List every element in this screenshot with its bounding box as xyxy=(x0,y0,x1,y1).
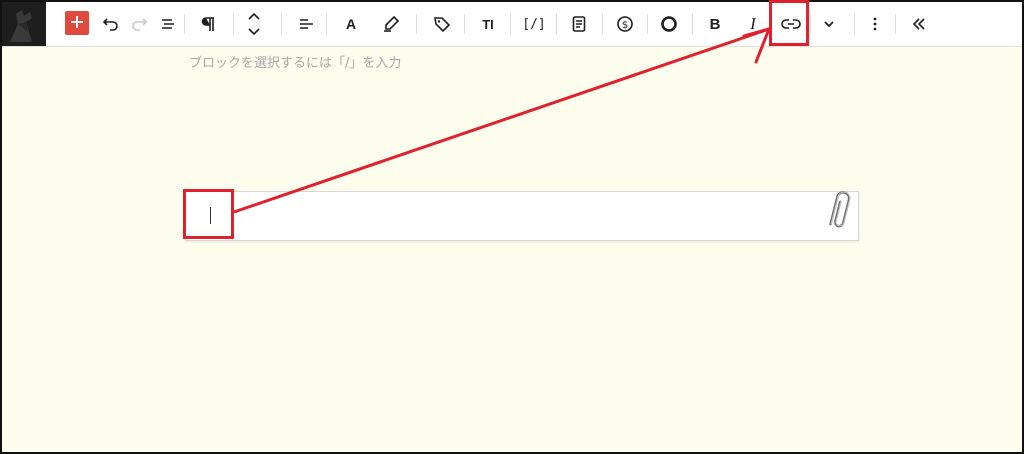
align-icon xyxy=(297,15,315,33)
dollar-icon: $ xyxy=(616,15,634,33)
paragraph-icon xyxy=(200,15,216,33)
undo-icon xyxy=(102,15,120,33)
toolbar-divider xyxy=(281,14,282,34)
more-formatting-button[interactable] xyxy=(813,8,845,40)
bold-button[interactable]: B xyxy=(699,8,731,40)
redo-icon xyxy=(130,15,148,33)
move-block-button[interactable] xyxy=(238,8,270,40)
paragraph-block-button[interactable] xyxy=(192,8,224,40)
list-view-icon xyxy=(159,15,177,33)
toolbar-divider xyxy=(895,14,896,34)
toolbar-divider xyxy=(602,14,603,34)
collapse-toolbar-button[interactable] xyxy=(903,8,935,40)
block-placeholder-hint[interactable]: ブロックを選択するには「/」を入力 xyxy=(189,52,401,71)
url-input-field[interactable] xyxy=(185,191,859,241)
tag-button[interactable] xyxy=(426,8,458,40)
highlight-box-input xyxy=(183,189,234,239)
chevron-down-icon xyxy=(822,19,836,29)
heading-button[interactable]: A xyxy=(335,8,367,40)
toolbar-divider xyxy=(416,14,417,34)
document-button[interactable] xyxy=(563,8,595,40)
list-view-button[interactable] xyxy=(152,8,184,40)
bold-icon: B xyxy=(709,15,721,33)
shortcode-button[interactable]: [/] xyxy=(518,8,550,40)
text-size-icon: TI xyxy=(482,16,494,32)
toolbar-divider xyxy=(233,14,234,34)
editor-toolbar: A TI [/] $ B I xyxy=(2,2,1022,47)
highlighter-button[interactable] xyxy=(375,8,407,40)
move-up-down-icon xyxy=(246,11,262,37)
italic-button[interactable]: I xyxy=(737,8,769,40)
toolbar-divider xyxy=(510,14,511,34)
paperclip-icon xyxy=(824,186,854,240)
circle-icon xyxy=(660,15,678,33)
add-block-button[interactable] xyxy=(65,11,89,35)
toolbar-divider xyxy=(854,14,855,34)
logo-icon[interactable] xyxy=(2,2,46,46)
toolbar-divider xyxy=(692,14,693,34)
toolbar-divider xyxy=(464,14,465,34)
tag-icon xyxy=(433,15,451,33)
highlighter-icon xyxy=(382,15,400,33)
italic-icon: I xyxy=(750,14,756,33)
toolbar-divider xyxy=(184,14,185,34)
options-button[interactable] xyxy=(859,8,891,40)
heading-icon: A xyxy=(345,16,357,32)
toolbar-divider xyxy=(647,14,648,34)
toolbar-divider xyxy=(810,14,811,34)
align-button[interactable] xyxy=(290,8,322,40)
plus-icon xyxy=(70,14,84,33)
highlight-box-link xyxy=(769,0,809,46)
editor-window: A TI [/] $ B I ブロックを選択するには「/」を入力 xyxy=(0,0,1024,454)
document-icon xyxy=(571,15,587,33)
shortcode-icon: [/] xyxy=(522,16,546,32)
currency-button[interactable]: $ xyxy=(609,8,641,40)
svg-text:$: $ xyxy=(622,20,628,31)
redo-button[interactable] xyxy=(123,8,155,40)
toolbar-divider xyxy=(326,14,327,34)
collapse-icon xyxy=(911,17,927,31)
text-size-button[interactable]: TI xyxy=(472,8,504,40)
circle-button[interactable] xyxy=(653,8,685,40)
more-vertical-icon xyxy=(872,15,878,33)
toolbar-divider xyxy=(556,14,557,34)
